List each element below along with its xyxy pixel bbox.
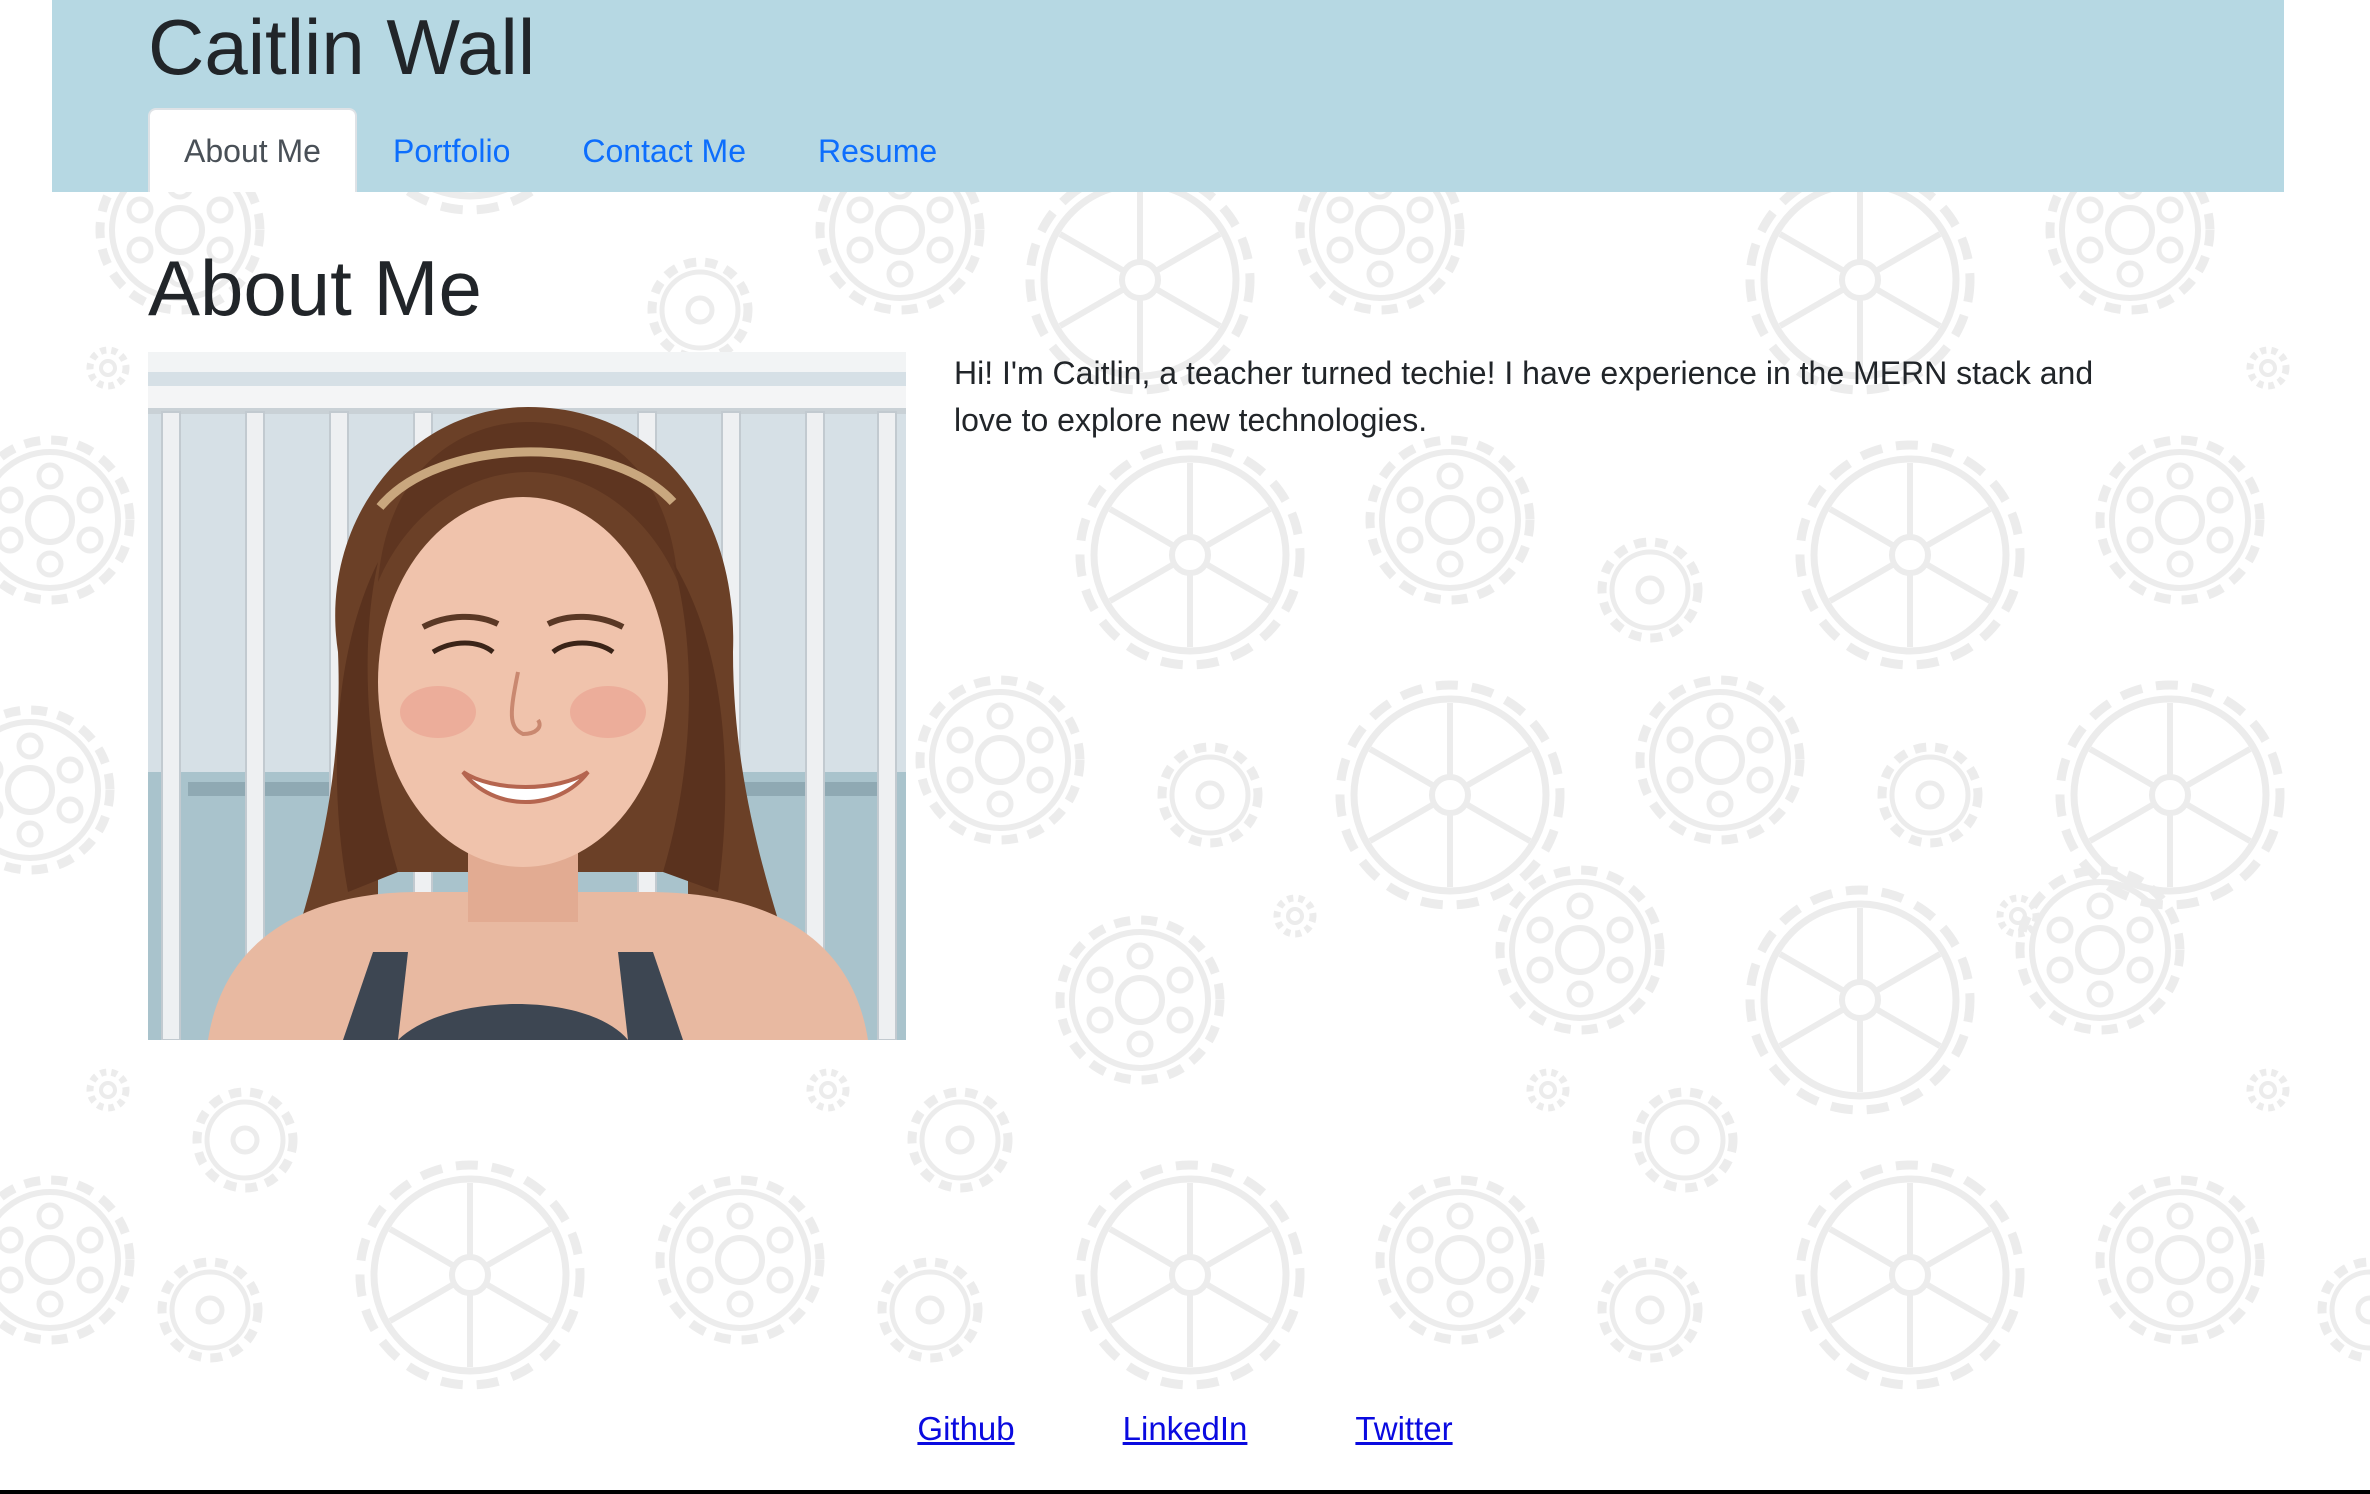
- tab-resume[interactable]: Resume: [782, 108, 973, 192]
- bottom-border: [0, 1490, 2370, 1494]
- twitter-link[interactable]: Twitter: [1355, 1410, 1452, 1448]
- page-heading: About Me: [148, 244, 482, 332]
- tab-portfolio[interactable]: Portfolio: [357, 108, 546, 192]
- nav-tabs: About Me Portfolio Contact Me Resume: [148, 108, 973, 192]
- site-title: Caitlin Wall: [148, 3, 536, 91]
- bio-text: Hi! I'm Caitlin, a teacher turned techie…: [954, 355, 2094, 438]
- site-header: Caitlin Wall About Me Portfolio Contact …: [52, 0, 2284, 192]
- about-section: About Me Hi! I'm Caitlin, a teacher turn…: [148, 240, 2093, 1040]
- tab-contact-me[interactable]: Contact Me: [546, 108, 782, 192]
- profile-photo: [148, 352, 906, 1040]
- linkedin-link[interactable]: LinkedIn: [1123, 1410, 1248, 1448]
- tab-about-me[interactable]: About Me: [148, 108, 357, 192]
- github-link[interactable]: Github: [917, 1410, 1014, 1448]
- footer-links: Github LinkedIn Twitter: [0, 1410, 2370, 1448]
